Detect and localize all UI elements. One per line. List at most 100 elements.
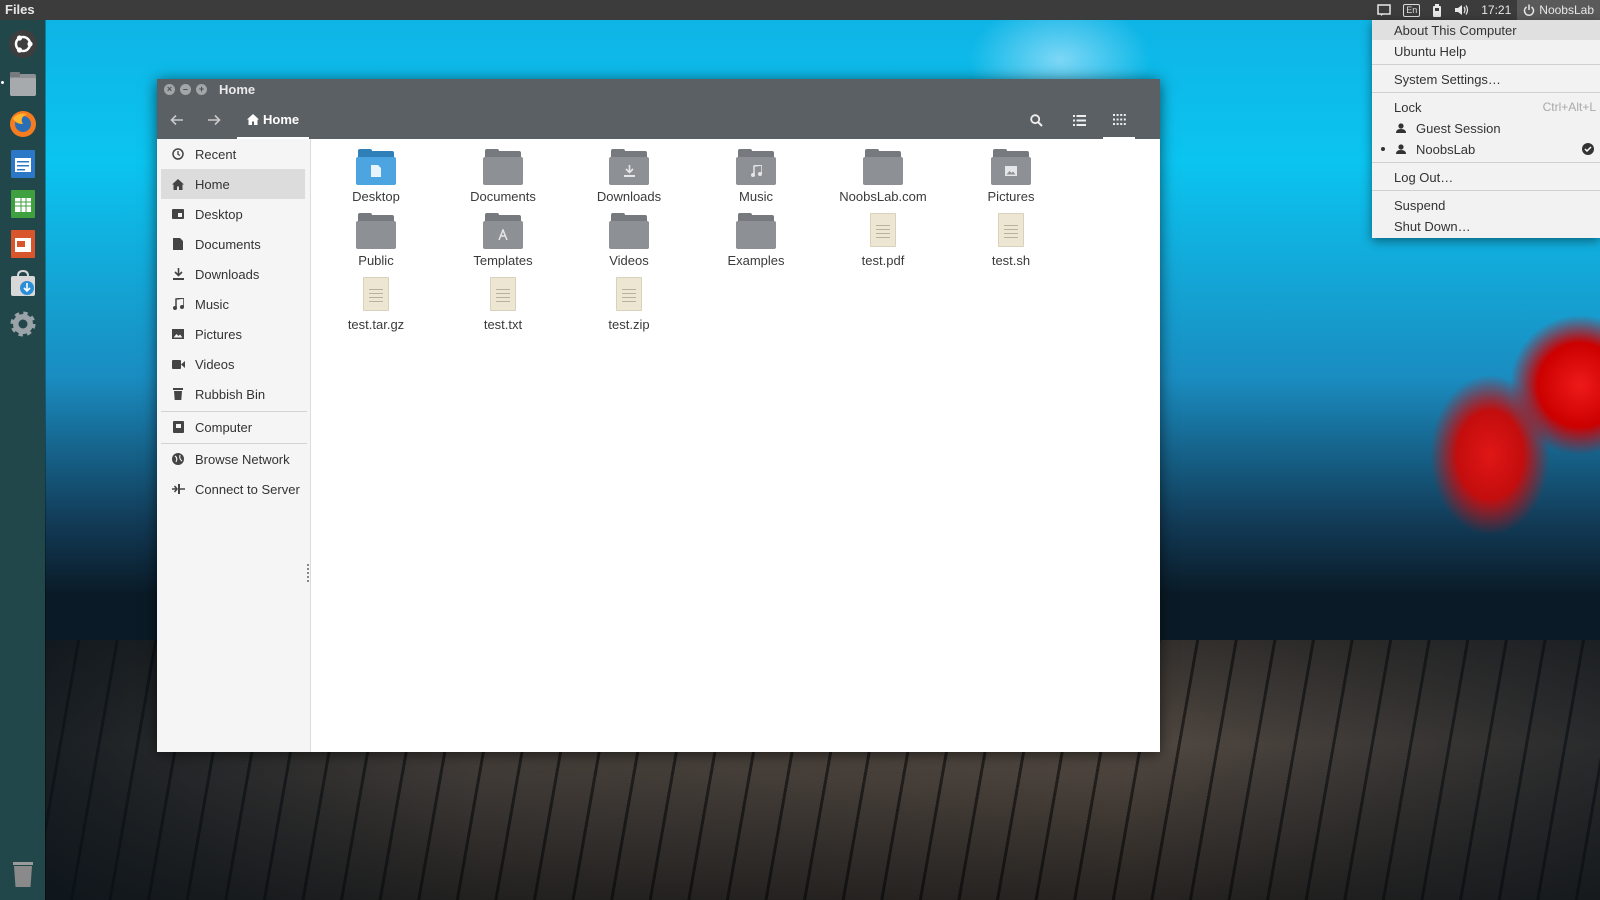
menu-item-log-out[interactable]: Log Out… [1372, 167, 1600, 187]
indicator-area: En 17:21 NoobsLab [1371, 0, 1600, 20]
file-item[interactable]: test.txt [443, 277, 563, 332]
launcher-firefox-button[interactable] [7, 108, 39, 140]
menu-item-suspend[interactable]: Suspend [1372, 195, 1600, 215]
keyboard-indicator[interactable]: En [1397, 0, 1426, 20]
file-item[interactable]: Music [696, 149, 816, 204]
list-view-button[interactable] [1064, 107, 1094, 133]
back-button[interactable] [163, 107, 191, 133]
sidebar-item-label: Connect to Server [195, 481, 300, 497]
message-icon [1377, 4, 1391, 16]
sidebar-item-label: Recent [195, 146, 237, 162]
sidebar-item-label: Home [195, 176, 230, 192]
document-icon [171, 237, 185, 251]
ubuntu-dash-button[interactable] [7, 28, 39, 60]
file-item[interactable]: test.pdf [823, 213, 943, 268]
menu-item-label: Lock [1394, 99, 1422, 115]
sidebar-item-label: Pictures [195, 326, 242, 342]
path-bar-home-button[interactable]: Home [237, 101, 310, 139]
battery-indicator[interactable] [1426, 0, 1448, 20]
forward-button[interactable] [200, 107, 228, 133]
download-icon [171, 267, 185, 281]
file-name: test.pdf [861, 253, 905, 268]
sidebar-item-browse-network[interactable]: Browse Network [161, 444, 305, 474]
launcher-writer-button[interactable] [7, 148, 39, 180]
sound-indicator[interactable] [1448, 0, 1475, 20]
sidebar-item-label: Documents [195, 236, 261, 252]
home-icon [247, 113, 259, 125]
file-item[interactable]: Pictures [951, 149, 1071, 204]
sidebar-resize-handle[interactable] [307, 564, 309, 582]
launcher-impress-button[interactable] [7, 228, 39, 260]
sidebar-item-documents[interactable]: Documents [161, 229, 305, 259]
text-file-icon [863, 213, 903, 249]
file-item[interactable]: test.zip [569, 277, 689, 332]
file-name: Templates [473, 253, 533, 268]
file-item[interactable]: Downloads [569, 149, 689, 204]
sidebar-item-pictures[interactable]: Pictures [161, 319, 305, 349]
top-panel: Files En 17:21 NoobsLab [0, 0, 1600, 20]
file-view: Desktop Documents Downloads Music NoobsL… [311, 139, 1160, 752]
file-item[interactable]: test.tar.gz [316, 277, 436, 332]
grid-view-icon [1112, 113, 1126, 125]
messaging-indicator[interactable] [1371, 0, 1397, 20]
arrow-right-icon [208, 114, 221, 126]
file-item[interactable]: test.sh [951, 213, 1071, 268]
file-name: Downloads [596, 189, 662, 204]
maximize-button[interactable]: + [196, 84, 207, 95]
menu-item-about[interactable]: About This Computer [1372, 20, 1600, 40]
menu-item-label: About This Computer [1394, 22, 1517, 38]
sidebar-item-videos[interactable]: Videos [161, 349, 305, 379]
launcher-trash-button[interactable] [7, 858, 39, 890]
calc-icon [11, 190, 35, 218]
gear-icon [10, 311, 36, 337]
folder-music-icon [736, 149, 776, 185]
text-file-icon [356, 277, 396, 313]
launcher-files-button[interactable] [7, 68, 39, 100]
sidebar-item-rubbish-bin[interactable]: Rubbish Bin [161, 379, 305, 409]
menu-item-help[interactable]: Ubuntu Help [1372, 41, 1600, 61]
sidebar-item-computer[interactable]: Computer [161, 412, 305, 442]
places-sidebar: Recent Home Desktop Documents Downloads … [157, 139, 311, 752]
sidebar-item-music[interactable]: Music [161, 289, 305, 319]
folder-desktop-icon [356, 149, 396, 185]
menu-item-current-user[interactable]: NoobsLab [1372, 139, 1600, 159]
sidebar-item-connect-to-server[interactable]: Connect to Server [161, 474, 305, 504]
session-indicator[interactable]: NoobsLab [1517, 0, 1600, 20]
grid-view-button[interactable] [1103, 101, 1135, 139]
menu-item-system-settings[interactable]: System Settings… [1372, 69, 1600, 89]
menu-item-guest-session[interactable]: Guest Session [1372, 118, 1600, 138]
file-item[interactable]: Examples [696, 213, 816, 268]
network-icon [171, 452, 185, 466]
sidebar-item-desktop[interactable]: Desktop [161, 199, 305, 229]
computer-icon [171, 420, 185, 434]
keyboard-layout-label: En [1403, 3, 1421, 17]
minimize-button[interactable]: – [180, 84, 191, 95]
launcher-software-button[interactable] [7, 268, 39, 300]
menu-item-shut-down[interactable]: Shut Down… [1372, 216, 1600, 236]
home-icon [171, 177, 185, 191]
file-item[interactable]: Desktop [316, 149, 436, 204]
maximize-icon: + [198, 84, 205, 94]
sidebar-item-home[interactable]: Home [161, 169, 305, 199]
menu-item-label: Log Out… [1394, 169, 1454, 185]
menu-item-lock[interactable]: Lock Ctrl+Alt+L [1372, 97, 1600, 117]
file-item[interactable]: Videos [569, 213, 689, 268]
launcher-calc-button[interactable] [7, 188, 39, 220]
active-session-dot [1381, 147, 1385, 151]
close-button[interactable]: × [164, 84, 175, 95]
search-button[interactable] [1021, 107, 1051, 133]
writer-icon [11, 150, 35, 178]
file-item[interactable]: NoobsLab.com [823, 149, 943, 204]
menu-separator [1372, 162, 1600, 163]
file-item[interactable]: Public [316, 213, 436, 268]
sidebar-item-downloads[interactable]: Downloads [161, 259, 305, 289]
launcher-settings-button[interactable] [7, 308, 39, 340]
file-name: Examples [727, 253, 785, 268]
pictures-icon [171, 327, 185, 341]
minimize-icon: – [182, 84, 188, 94]
clock-indicator[interactable]: 17:21 [1475, 0, 1517, 20]
sidebar-item-recent[interactable]: Recent [161, 139, 305, 169]
file-item[interactable]: Templates [443, 213, 563, 268]
window-titlebar[interactable]: × – + Home [157, 79, 1160, 101]
file-item[interactable]: Documents [443, 149, 563, 204]
